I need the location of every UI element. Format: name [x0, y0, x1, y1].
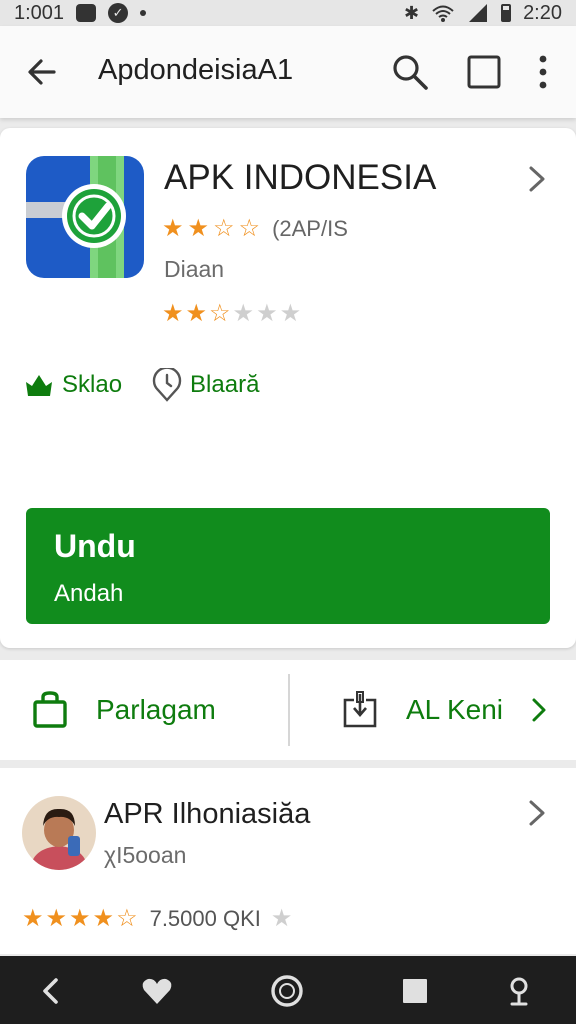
heart-icon[interactable] [140, 974, 174, 1008]
star-empty-icon: ★ [270, 905, 293, 932]
developer-name: Diaan [164, 256, 225, 282]
back-arrow-icon[interactable] [24, 54, 60, 90]
action-label: AL Keni [406, 694, 504, 725]
battery-icon [501, 4, 512, 22]
check-circle-icon: ✓ [108, 3, 129, 23]
review-rating: ★ ★ ★ ★ ☆ 7.5000 QKI ★ [22, 906, 292, 932]
status-bar: 1:001 ✓ ✱ 2:20 [0, 0, 576, 26]
crown-icon [26, 375, 52, 396]
notification-box-icon [76, 4, 97, 22]
wifi-icon [432, 5, 454, 22]
tag-updated[interactable]: Blaară [152, 368, 259, 402]
actions-card: Parlagam AL Keni [0, 660, 576, 760]
install-button[interactable]: Undu Andah [26, 508, 550, 624]
star-empty-icon: ★ [256, 300, 278, 327]
review-card: APR Ilhoniasiăa χI5ooan ★ ★ ★ ★ ☆ 7.500… [0, 768, 576, 954]
recents-square-icon[interactable] [398, 974, 432, 1008]
secondary-rating: ★ ★ ☆ ★ ★ ★ [162, 302, 301, 326]
action-label: Parlagam [96, 694, 216, 725]
page-title: ApdondeisiaA1 [98, 54, 294, 86]
system-nav-bar [0, 956, 576, 1024]
chevron-right-icon[interactable] [524, 798, 550, 828]
nav-back-icon[interactable] [34, 974, 68, 1008]
star-icon: ★ [185, 300, 208, 327]
star-empty-icon: ★ [232, 300, 255, 327]
chevron-right-icon [532, 698, 546, 722]
app-logo-icon[interactable] [26, 156, 144, 278]
clock-pin-icon [152, 368, 182, 402]
shopping-bag-icon [33, 691, 67, 728]
star-icon: ★ [45, 905, 68, 932]
search-icon[interactable] [390, 52, 430, 92]
tag-label: Blaară [190, 371, 260, 398]
star-icon: ★ [162, 215, 184, 242]
chevron-right-icon[interactable] [524, 164, 550, 194]
signal-icon [469, 4, 488, 22]
more-vert-icon[interactable] [528, 52, 558, 92]
app-rating: ★ ★ ☆ ☆ (2AP/IS [162, 216, 348, 242]
app-name: APK INDONESIA [164, 158, 437, 197]
app-detail-card: APK INDONESIA ★ ★ ☆ ☆ (2AP/IS Diaan ★ ★ … [0, 128, 576, 648]
app-tags: Sklao Blaară [24, 368, 259, 402]
star-half-icon: ☆ [209, 300, 231, 327]
assistant-icon[interactable] [502, 974, 536, 1008]
install-button-label: Undu [54, 528, 136, 564]
star-outline-icon: ☆ [238, 215, 261, 242]
review-count: 7.5000 QKI [149, 906, 261, 931]
star-icon: ★ [187, 215, 210, 242]
star-icon: ★ [162, 300, 184, 327]
reviewer-subtitle: χI5ooan [104, 842, 187, 868]
star-icon: ★ [22, 905, 44, 932]
bluetooth-icon: ✱ [403, 2, 420, 23]
status-time-right: 2:20 [523, 1, 562, 24]
install-button-sublabel: Andah [54, 580, 124, 607]
status-time-left: 1:001 [14, 1, 65, 24]
star-half-icon: ☆ [116, 905, 138, 932]
reviewer-name: APR Ilhoniasiăa [104, 798, 311, 830]
tag-editors-choice[interactable]: Sklao [24, 371, 122, 399]
star-icon: ★ [69, 905, 91, 932]
app-bar: ApdondeisiaA1 [0, 26, 576, 118]
action-button-left[interactable]: Parlagam [30, 660, 216, 760]
home-circle-icon[interactable] [270, 974, 304, 1008]
rating-count: (2AP/IS [272, 216, 348, 241]
square-icon[interactable] [466, 54, 502, 90]
star-half-icon: ☆ [213, 215, 235, 242]
tag-label: Sklao [62, 371, 123, 398]
share-file-icon [343, 691, 377, 728]
avatar[interactable] [22, 796, 96, 870]
star-empty-icon: ★ [279, 300, 302, 327]
star-icon: ★ [92, 905, 115, 932]
action-button-right[interactable]: AL Keni [340, 660, 549, 760]
vertical-divider [288, 674, 290, 746]
notification-dot-icon [140, 10, 147, 16]
